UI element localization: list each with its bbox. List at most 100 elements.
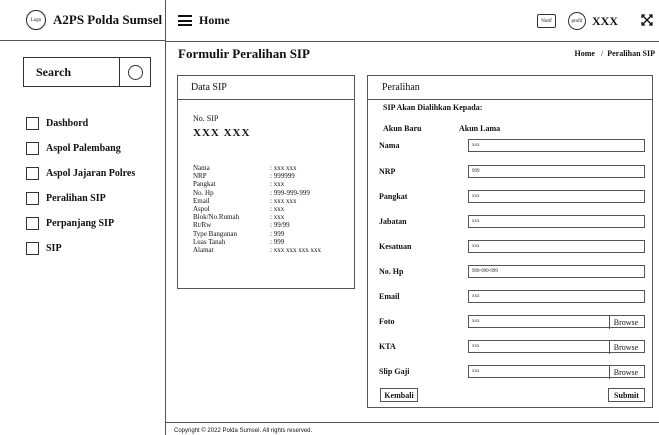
data-sip-card: Data SIP No. SIP XXX XXX Nama : xxx xxx N… <box>177 75 355 289</box>
search-box[interactable]: Search <box>23 57 151 87</box>
slip-gaji-browse-button[interactable]: Browse <box>609 366 642 379</box>
field-label: KTA <box>379 342 396 351</box>
submit-button[interactable]: Submit <box>608 388 645 402</box>
sidebar-item-aspol-palembang[interactable]: Aspol Palembang <box>26 136 135 161</box>
search-button[interactable] <box>120 64 150 80</box>
sidebar: Logo A2PS Polda Sumsel Search Dashbord A… <box>0 0 166 435</box>
info-value: : 999 <box>270 237 285 246</box>
breadcrumb-separator: / <box>600 49 604 58</box>
sidebar-item-label: Perpanjang SIP <box>46 218 115 229</box>
search-input[interactable]: Search <box>36 65 119 80</box>
tab-akun-lama[interactable]: Akun Lama <box>459 124 500 133</box>
info-row: Rt/Rw : 99/99 <box>193 221 321 229</box>
field-label: Kesatuan <box>379 242 412 251</box>
info-key: Rt/Rw <box>193 221 212 230</box>
field-slip-gaji: Slip Gaji xxx Browse <box>379 365 647 379</box>
sidebar-nav: Dashbord Aspol Palembang Aspol Jajaran P… <box>26 111 135 261</box>
brand: Logo A2PS Polda Sumsel <box>0 0 165 41</box>
aspol-palembang-icon <box>26 142 39 155</box>
info-key: Luas Tanah <box>193 237 226 246</box>
top-bar-title: Home <box>199 13 230 27</box>
info-row: Email : xxx xxx <box>193 197 321 205</box>
sidebar-item-perpanjang-sip[interactable]: Perpanjang SIP <box>26 211 135 236</box>
avatar[interactable]: profil <box>568 12 586 30</box>
field-label: Email <box>379 292 400 301</box>
breadcrumb-home[interactable]: Home <box>575 49 595 58</box>
page-title: Formulir Peralihan SIP <box>178 46 310 61</box>
kta-file-input[interactable]: xxx Browse <box>468 340 645 354</box>
dashbord-icon <box>26 117 39 130</box>
kta-value: xxx <box>472 344 480 349</box>
top-bar: Home Notif profil XXX <box>166 0 659 42</box>
nama-input[interactable]: xxx <box>468 139 645 152</box>
info-value: : 999-999-999 <box>270 188 310 197</box>
field-label: Jabatan <box>379 217 407 226</box>
info-value: : xxx xxx <box>270 196 297 205</box>
copyright-text: Copyright © 2022 Polda Sumsel. All right… <box>174 428 313 434</box>
kesatuan-input[interactable]: xxx <box>468 240 645 253</box>
field-email: Email xxx <box>379 290 647 303</box>
notification-button[interactable]: Notif <box>537 14 556 28</box>
info-row: Aspol: xxx <box>193 205 321 213</box>
menu-icon[interactable] <box>178 15 192 26</box>
info-key: No. Hp <box>193 188 214 197</box>
peralihan-subtitle: SIP Akan Dialihkan Kepada: <box>383 103 483 112</box>
no-sip-value: XXX XXX <box>193 127 251 139</box>
foto-file-input[interactable]: xxx Browse <box>468 315 645 329</box>
field-label: Nama <box>379 141 400 150</box>
info-key: Type Bangunan <box>193 229 238 238</box>
info-key: Email <box>193 196 210 205</box>
info-row: Blok/No.Rumah : xxx <box>193 213 321 221</box>
footer: Copyright © 2022 Polda Sumsel. All right… <box>166 422 659 435</box>
search-icon <box>127 64 143 80</box>
breadcrumb-current: Peralihan SIP <box>607 49 655 58</box>
sidebar-item-sip[interactable]: SIP <box>26 236 135 261</box>
field-kesatuan: Kesatuan xxx <box>379 240 647 253</box>
field-nama: Nama xxx <box>379 139 647 152</box>
field-label: Slip Gaji <box>379 367 410 376</box>
peralihan-header: Peralihan <box>368 76 652 100</box>
field-label: Foto <box>379 317 395 326</box>
info-value: : xxx <box>270 180 285 189</box>
info-value: : xxx xxx xxx xxx <box>270 246 321 255</box>
kembali-button[interactable]: Kembali <box>380 388 418 402</box>
no-hp-input[interactable]: 999-999-999 <box>468 265 645 278</box>
fullscreen-icon[interactable] <box>641 14 653 26</box>
peralihan-sip-icon <box>26 192 39 205</box>
info-value: : xxx xxx <box>270 164 297 172</box>
info-key: Blok/No.Rumah <box>193 213 240 222</box>
foto-browse-button[interactable]: Browse <box>609 316 642 329</box>
sidebar-item-peralihan-sip[interactable]: Peralihan SIP <box>26 186 135 211</box>
email-field[interactable]: xxx <box>468 290 645 303</box>
field-label: Pangkat <box>379 192 408 201</box>
sidebar-item-label: Aspol Jajaran Polres <box>46 168 136 179</box>
info-key: Nama <box>193 164 210 172</box>
slip-gaji-file-input[interactable]: xxx Browse <box>468 365 645 379</box>
sip-info-list: Nama : xxx xxx NRP: 999999 Pangkat : xxx N… <box>193 164 321 254</box>
pangkat-input[interactable]: xxx <box>468 190 645 203</box>
info-row: Type Bangunan: 999 <box>193 230 321 238</box>
field-jabatan: Jabatan xxx <box>379 215 647 228</box>
info-key: Pangkat <box>193 180 216 189</box>
data-sip-header: Data SIP <box>178 76 354 100</box>
nrp-input[interactable]: 999 <box>468 165 645 178</box>
perpanjang-sip-icon <box>26 217 39 230</box>
field-pangkat: Pangkat xxx <box>379 190 647 203</box>
info-row: Alamat: xxx xxx xxx xxx <box>193 246 321 254</box>
sidebar-item-label: Dashbord <box>46 118 89 129</box>
sidebar-item-aspol-jajaran-polres[interactable]: Aspol Jajaran Polres <box>26 161 135 186</box>
info-value: : xxx <box>270 213 285 222</box>
info-value: : 99/99 <box>270 221 290 230</box>
tab-akun-baru[interactable]: Akun Baru <box>383 124 421 133</box>
no-sip-label: No. SIP <box>193 114 219 123</box>
kta-browse-button[interactable]: Browse <box>609 341 642 354</box>
sip-icon <box>26 242 39 255</box>
field-kta: KTA xxx Browse <box>379 340 647 354</box>
sidebar-item-dashbord[interactable]: Dashbord <box>26 111 135 136</box>
user-name[interactable]: XXX <box>592 14 618 29</box>
info-row: No. Hp : 999-999-999 <box>193 189 321 197</box>
jabatan-input[interactable]: xxx <box>468 215 645 228</box>
aspol-jajaran-polres-icon <box>26 167 39 180</box>
field-foto: Foto xxx Browse <box>379 315 647 329</box>
info-row: NRP: 999999 <box>193 172 321 180</box>
